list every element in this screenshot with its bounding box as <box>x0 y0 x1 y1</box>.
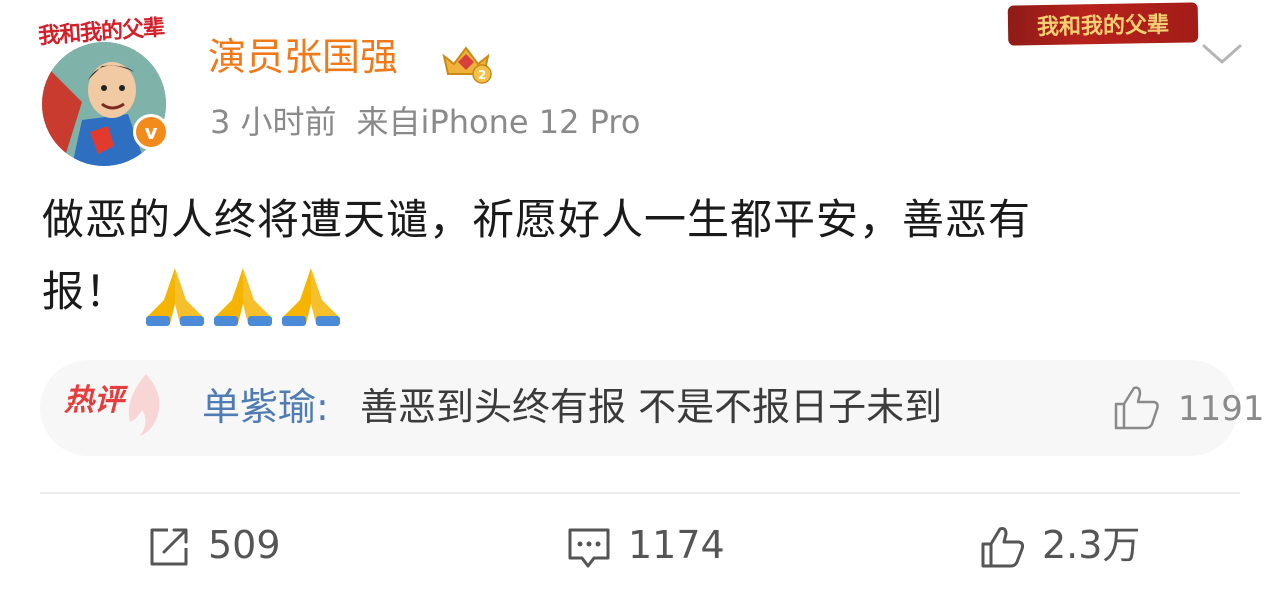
repost-icon <box>150 528 188 566</box>
divider <box>40 492 1240 494</box>
post-text: 做恶的人终将遭天谴，祈愿好人一生都平安，善恶有 报！ <box>42 184 1242 328</box>
comment-count: 1174 <box>628 523 725 567</box>
comment-icon <box>568 528 610 568</box>
flame-icon <box>128 374 160 436</box>
crown-badge-icon[interactable]: 2 <box>438 40 494 84</box>
post-time: 3 小时前 <box>210 103 337 141</box>
like-count: 2.3万 <box>1042 523 1141 567</box>
pray-emoji-icon <box>214 267 273 326</box>
post-text-line2: 报！ <box>42 267 129 316</box>
post-text-line1: 做恶的人终将遭天谴，祈愿好人一生都平安，善恶有 <box>42 195 1032 244</box>
user-name[interactable]: 演员张国强 <box>208 38 398 76</box>
more-chevron-icon[interactable] <box>1200 40 1244 68</box>
verified-badge: v <box>133 114 169 150</box>
post-meta: 3 小时前 来自iPhone 12 Pro <box>210 106 640 138</box>
card-pendant[interactable]: 我和我的父辈 <box>1007 2 1199 46</box>
post-source: 来自iPhone 12 Pro <box>356 103 641 141</box>
hot-comment-tag: 热评 <box>64 383 124 418</box>
weibo-post: 我和我的父辈 v 演员张国强 2 3 小时前 来自iPhone 12 Pro 我和… <box>0 0 1280 602</box>
thumbs-up-icon[interactable] <box>1112 382 1162 432</box>
pray-emoji-icon <box>282 267 341 326</box>
hot-comment-text: 善恶到头终有报 不是不报日子未到 <box>360 385 943 429</box>
thumbs-up-icon <box>981 527 1025 568</box>
hot-comment[interactable]: 热评 单紫瑜: 善恶到头终有报 不是不报日子未到 1191 <box>40 360 1265 456</box>
repost-count: 509 <box>208 523 281 567</box>
post-text-line2-wrap: 报！ <box>42 256 1242 328</box>
hot-comment-user[interactable]: 单紫瑜: <box>202 388 329 426</box>
hot-comment-likes: 1191 <box>1178 389 1265 429</box>
pray-emoji-icon <box>146 267 205 326</box>
svg-text:2: 2 <box>478 68 486 82</box>
avatar[interactable]: 我和我的父辈 v <box>37 14 176 166</box>
